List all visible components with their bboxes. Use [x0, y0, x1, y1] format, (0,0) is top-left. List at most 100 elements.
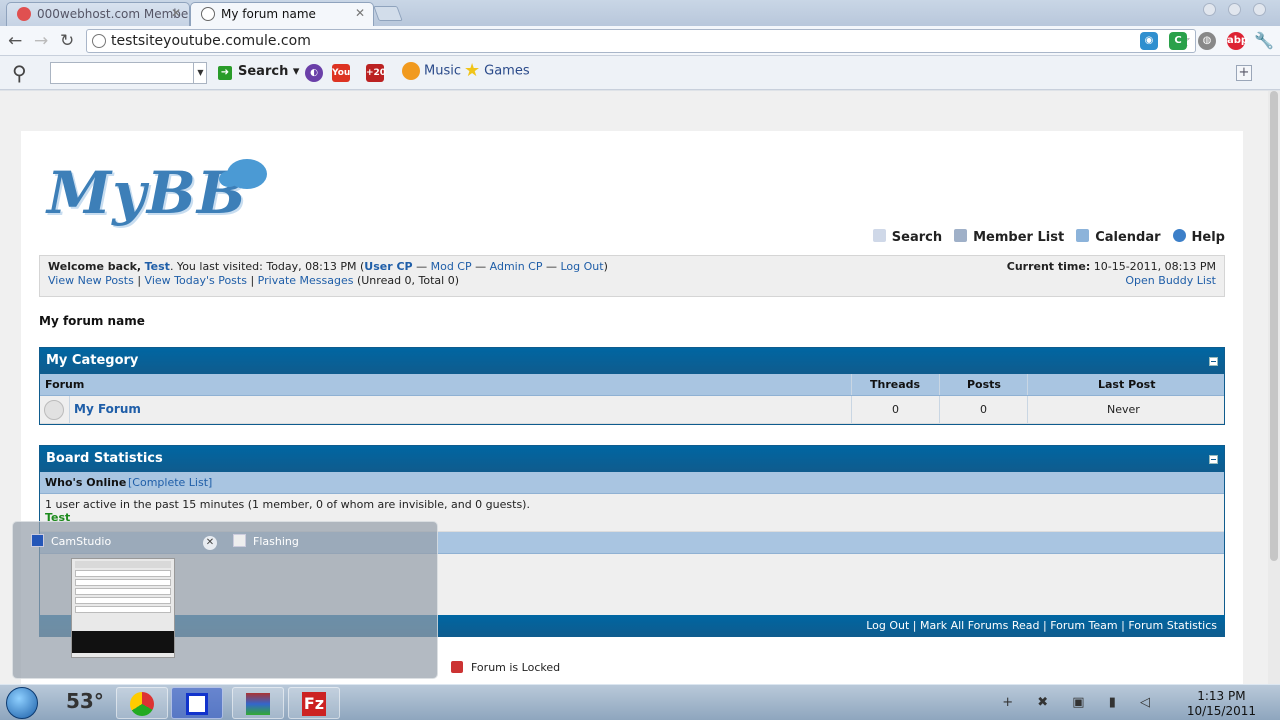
preview-line: [75, 570, 171, 577]
forum-status-icon: [44, 400, 64, 420]
close-icon[interactable]: ✕: [203, 536, 217, 550]
column-divider: [1027, 374, 1028, 395]
forum-link[interactable]: My Forum: [74, 402, 141, 416]
forum-team-link[interactable]: Forum Team: [1050, 619, 1117, 632]
complete-list-link[interactable]: [Complete List]: [128, 476, 212, 489]
forum-last-post: Never: [1107, 403, 1140, 416]
bookmark-games[interactable]: ★ Games: [464, 62, 530, 80]
minimize-button[interactable]: [1203, 3, 1216, 16]
separator: —: [471, 260, 490, 273]
toplink-calendar[interactable]: Calendar: [1076, 229, 1161, 245]
user-cp-link[interactable]: User CP: [364, 260, 412, 273]
private-messages-link[interactable]: Private Messages: [258, 274, 354, 287]
tab-000webhost[interactable]: 000webhost.com Members ✕: [6, 2, 190, 26]
category-title[interactable]: My Category: [46, 353, 138, 368]
window-preview[interactable]: [71, 558, 175, 658]
breadcrumb[interactable]: My forum name: [39, 314, 145, 328]
gray-extension-icon[interactable]: ◍: [1198, 32, 1216, 50]
weather-gadget[interactable]: 53°: [66, 689, 104, 713]
bottom-logout-link[interactable]: Log Out: [866, 619, 909, 632]
current-time: 10-15-2011, 08:13 PM: [1093, 260, 1216, 273]
toplink-help[interactable]: Help: [1172, 229, 1225, 245]
chrome-taskbar-button[interactable]: [116, 687, 168, 719]
scrollbar-thumb[interactable]: [1270, 91, 1278, 561]
category-header: My Category: [40, 348, 1224, 374]
admin-cp-link[interactable]: Admin CP: [490, 260, 543, 273]
clock-date: 10/15/2011: [1186, 704, 1256, 718]
mybb-logo[interactable]: MyBB: [47, 159, 247, 227]
reload-icon[interactable]: ↻: [60, 31, 74, 51]
winrar-taskbar-button[interactable]: [232, 687, 284, 719]
add-button[interactable]: +: [1236, 65, 1252, 81]
system-tray-icons[interactable]: + ✖ ▣ ▮ ◁: [1002, 695, 1160, 710]
windows-taskbar: 53° Fz + ✖ ▣ ▮ ◁ 1:13 PM 10/15/2011: [0, 684, 1280, 720]
forward-arrow-icon[interactable]: →: [34, 31, 48, 51]
camstudio-taskbar-button[interactable]: [171, 687, 223, 719]
preview-line: [75, 597, 171, 604]
camstudio-icon: [31, 534, 44, 547]
collapse-icon[interactable]: [1209, 455, 1218, 464]
wrench-icon[interactable]: 🔧: [1254, 32, 1274, 50]
mark-all-read-link[interactable]: Mark All Forums Read: [920, 619, 1040, 632]
username-link[interactable]: Test: [145, 260, 170, 273]
current-time-block: Current time: 10-15-2011, 08:13 PM Open …: [1007, 260, 1216, 288]
chevron-down-icon[interactable]: ▼: [193, 62, 207, 84]
window-thumb-camstudio[interactable]: CamStudio: [31, 534, 221, 548]
page-favicon-icon: [201, 7, 215, 21]
swirl-icon[interactable]: ◐: [305, 64, 323, 82]
bookmark-music[interactable]: Music: [402, 62, 461, 80]
taskbar-clock[interactable]: 1:13 PM 10/15/2011: [1187, 689, 1256, 719]
filezilla-taskbar-button[interactable]: Fz: [288, 687, 340, 719]
preview-line: [75, 606, 171, 613]
top-links: Search Member List Calendar Help: [872, 229, 1225, 245]
column-divider: [69, 396, 70, 423]
new-tab-button[interactable]: [373, 6, 403, 21]
window-icon: [233, 534, 246, 547]
toolbar-search-input[interactable]: [50, 62, 207, 84]
taskbar-thumbnail-popup: CamStudio ✕ Flashing: [12, 521, 438, 679]
abp-extension-icon[interactable]: abp: [1227, 32, 1248, 50]
back-arrow-icon[interactable]: ←: [8, 31, 22, 51]
mod-cp-link[interactable]: Mod CP: [431, 260, 472, 273]
toolbar-search-button[interactable]: ➜ Search ▾: [218, 64, 299, 80]
preview-toolbar: [75, 561, 171, 568]
current-time-label: Current time:: [1006, 260, 1091, 273]
eye-extension-icon[interactable]: ◉: [1140, 32, 1158, 50]
legend-locked-text: Forum is Locked: [471, 661, 561, 674]
active-users-text: 1 user active in the past 15 minutes (1 …: [45, 498, 530, 511]
address-bar[interactable]: testsiteyoutube.comule.com ☆: [86, 29, 1196, 53]
maximize-button[interactable]: [1228, 3, 1241, 16]
preview-dark-area: [72, 631, 174, 653]
toplink-search[interactable]: Search: [872, 229, 942, 245]
forum-statistics-link[interactable]: Forum Statistics: [1128, 619, 1217, 632]
collapse-icon[interactable]: [1209, 357, 1218, 366]
board-stats-title: Board Statistics: [46, 451, 163, 466]
news-icon[interactable]: +20: [366, 64, 386, 82]
close-icon[interactable]: ✕: [171, 6, 181, 20]
close-window-button[interactable]: [1253, 3, 1266, 16]
go-arrow-icon: ➜: [218, 66, 232, 80]
view-todays-posts-link[interactable]: View Today's Posts: [145, 274, 247, 287]
logout-link[interactable]: Log Out: [561, 260, 604, 273]
magnifier-icon: [872, 229, 886, 242]
column-divider: [851, 396, 852, 423]
col-forum: Forum: [45, 378, 85, 391]
c-extension-icon[interactable]: C: [1169, 32, 1187, 50]
col-posts: Posts: [967, 378, 1001, 391]
welcome-panel: Welcome back, Test. You last visited: To…: [39, 255, 1225, 297]
board-stats-header: Board Statistics: [40, 446, 1224, 472]
search-magnifier-icon[interactable]: ⚲: [12, 61, 27, 85]
close-icon[interactable]: ✕: [355, 6, 365, 20]
welcome-text: Welcome back,: [48, 260, 142, 273]
window-thumb-flashing[interactable]: Flashing: [233, 534, 299, 548]
page-scrollbar[interactable]: [1268, 91, 1280, 684]
tab-my-forum[interactable]: My forum name ✕: [190, 2, 374, 26]
chrome-icon: [130, 692, 154, 716]
youtube-icon[interactable]: You: [332, 64, 350, 82]
open-buddy-list-link[interactable]: Open Buddy List: [1125, 274, 1216, 287]
start-button[interactable]: [6, 687, 38, 719]
view-new-posts-link[interactable]: View New Posts: [48, 274, 134, 287]
category-columns: Forum Threads Posts Last Post: [40, 374, 1224, 396]
toplink-member-list[interactable]: Member List: [954, 229, 1064, 245]
paren: ): [603, 260, 608, 273]
